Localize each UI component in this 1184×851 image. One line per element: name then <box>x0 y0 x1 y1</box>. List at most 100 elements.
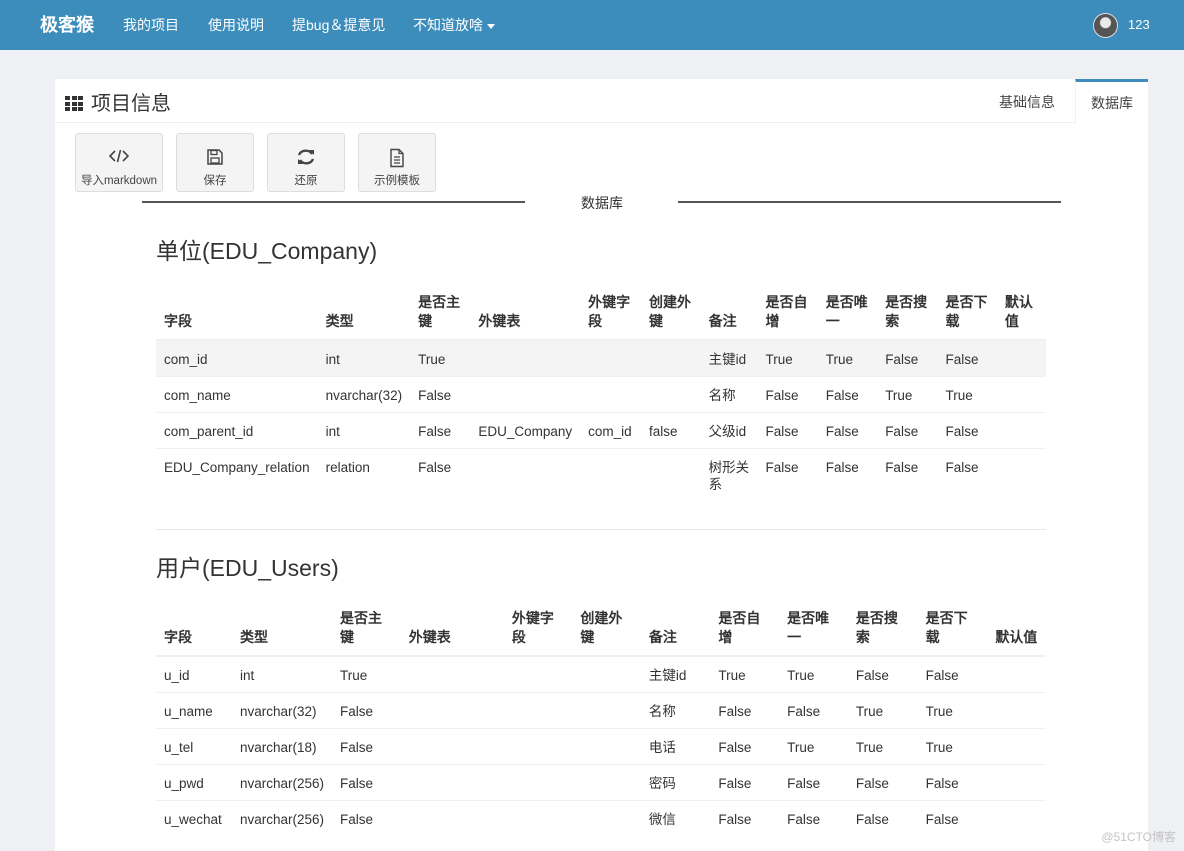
table-cell: False <box>847 655 918 692</box>
tab-database[interactable]: 数据库 <box>1075 79 1148 124</box>
table-cell <box>987 691 1046 728</box>
table-cell: False <box>757 411 818 448</box>
example-template-button[interactable]: 示例模板 <box>358 133 436 192</box>
table-cell: int <box>231 655 333 692</box>
column-header: 外键表 <box>470 293 581 341</box>
column-header: 创建外键 <box>572 609 641 657</box>
table-cell: false <box>640 411 701 448</box>
top-navbar: 极客猴 我的项目 使用说明 提bug＆提意见 不知道放啥 123 <box>0 0 1184 50</box>
refresh-icon <box>268 148 344 168</box>
table-company: 字段 类型 是否主键 外键表 外键字段 创建外键 备注 是否自增 是否唯一 是否… <box>156 293 1046 501</box>
table-header-row: 字段 类型 是否主键 外键表 外键字段 创建外键 备注 是否自增 是否唯一 是否… <box>156 609 1046 657</box>
table-cell <box>987 763 1046 800</box>
table-cell <box>640 447 701 501</box>
table-row: u_id int True 主键id True True False False <box>156 655 1046 692</box>
save-button[interactable]: 保存 <box>176 133 254 192</box>
table-cell <box>470 339 581 376</box>
column-header: 是否搜索 <box>877 293 938 341</box>
table-cell: False <box>917 799 988 836</box>
import-markdown-label: 导入markdown <box>80 175 158 187</box>
table-cell: False <box>779 799 848 836</box>
table-cell <box>580 339 641 376</box>
table-cell: True <box>847 727 918 764</box>
table-cell <box>400 763 504 800</box>
table-cell: nvarchar(32) <box>317 375 411 412</box>
nav-dropdown[interactable]: 不知道放啥 <box>413 0 495 50</box>
table-cell <box>996 375 1046 412</box>
table-cell: 微信 <box>640 799 711 836</box>
brand-logo[interactable]: 极客猴 <box>40 0 94 50</box>
table-cell: relation <box>317 447 411 501</box>
table-cell <box>572 655 641 692</box>
avatar[interactable] <box>1093 13 1118 38</box>
nav-feedback[interactable]: 提bug＆提意见 <box>292 0 385 50</box>
table-cell: com_id <box>580 411 641 448</box>
table-cell: True <box>817 339 878 376</box>
table-cell: com_id <box>156 339 318 376</box>
table-cell: True <box>917 727 988 764</box>
table-cell: 树形关系 <box>700 447 758 501</box>
table-cell: True <box>937 375 997 412</box>
tab-basic-info[interactable]: 基础信息 <box>984 79 1070 123</box>
table-cell: True <box>710 655 780 692</box>
import-markdown-button[interactable]: 导入markdown <box>75 133 163 192</box>
table-cell: u_name <box>156 691 232 728</box>
table-cell <box>503 655 573 692</box>
table-cell: False <box>877 339 938 376</box>
column-header: 是否主键 <box>410 293 471 341</box>
document-icon <box>359 148 435 168</box>
table-cell: com_parent_id <box>156 411 318 448</box>
table-cell: nvarchar(18) <box>231 727 333 764</box>
table-row: com_name nvarchar(32) False 名称 False Fal… <box>156 375 1046 412</box>
nav-dropdown-label: 不知道放啥 <box>413 17 483 33</box>
table-cell: True <box>410 339 471 376</box>
table-cell: int <box>317 411 411 448</box>
section-separator <box>156 529 1046 530</box>
table-header-row: 字段 类型 是否主键 外键表 外键字段 创建外键 备注 是否自增 是否唯一 是否… <box>156 293 1046 341</box>
table-cell: False <box>937 411 997 448</box>
table-title-users: 用户(EDU_Users) <box>156 555 339 581</box>
table-cell: False <box>779 691 848 728</box>
table-cell: nvarchar(32) <box>231 691 333 728</box>
column-header: 是否下载 <box>937 293 997 341</box>
table-cell <box>503 727 573 764</box>
table-cell: False <box>757 375 818 412</box>
table-cell: False <box>332 799 401 836</box>
column-header: 外键字段 <box>580 293 641 341</box>
table-cell: False <box>917 763 988 800</box>
table-cell: False <box>710 691 780 728</box>
table-cell: False <box>410 447 471 501</box>
panel-title-text: 项目信息 <box>91 93 171 115</box>
table-cell: False <box>817 375 878 412</box>
nav-my-projects[interactable]: 我的项目 <box>123 0 179 50</box>
table-cell: u_pwd <box>156 763 232 800</box>
table-cell: u_tel <box>156 727 232 764</box>
username[interactable]: 123 <box>1128 0 1150 50</box>
save-label: 保存 <box>203 175 227 187</box>
table-cell: False <box>779 763 848 800</box>
column-header: 是否自增 <box>757 293 818 341</box>
table-row: u_name nvarchar(32) False 名称 False False… <box>156 691 1046 728</box>
table-cell <box>640 375 701 412</box>
table-row: com_parent_id int False EDU_Company com_… <box>156 411 1046 448</box>
caret-down-icon <box>487 23 495 29</box>
table-cell: EDU_Company <box>470 411 581 448</box>
table-cell: False <box>917 655 988 692</box>
column-header: 备注 <box>700 293 758 341</box>
table-cell: False <box>877 447 938 501</box>
table-cell: int <box>317 339 411 376</box>
column-header: 字段 <box>156 293 318 341</box>
table-cell <box>580 375 641 412</box>
column-header: 是否下载 <box>917 609 988 657</box>
table-cell <box>572 763 641 800</box>
restore-button[interactable]: 还原 <box>267 133 345 192</box>
column-header: 外键字段 <box>503 609 573 657</box>
table-cell: com_name <box>156 375 318 412</box>
column-header: 备注 <box>640 609 711 657</box>
table-users: 字段 类型 是否主键 外键表 外键字段 创建外键 备注 是否自增 是否唯一 是否… <box>156 609 1046 836</box>
table-cell: False <box>332 691 401 728</box>
table-cell <box>996 339 1046 376</box>
nav-instructions[interactable]: 使用说明 <box>208 0 264 50</box>
column-header: 类型 <box>317 293 411 341</box>
save-icon <box>177 148 253 168</box>
